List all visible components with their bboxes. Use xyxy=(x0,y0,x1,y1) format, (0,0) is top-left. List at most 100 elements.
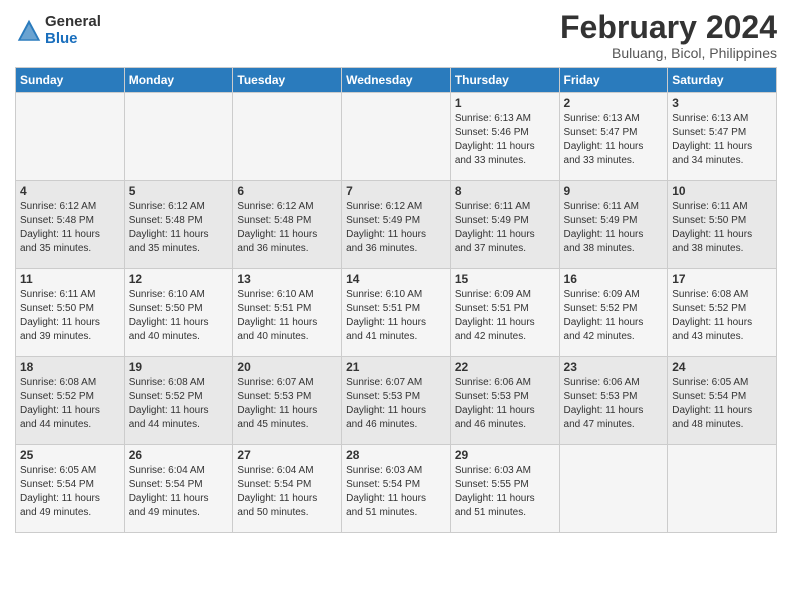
day-number: 12 xyxy=(129,272,229,286)
day-info: Sunrise: 6:13 AM Sunset: 5:46 PM Dayligh… xyxy=(455,112,555,168)
day-info: Sunrise: 6:06 AM Sunset: 5:53 PM Dayligh… xyxy=(564,376,664,432)
day-info: Sunrise: 6:12 AM Sunset: 5:48 PM Dayligh… xyxy=(237,200,337,256)
day-info: Sunrise: 6:03 AM Sunset: 5:54 PM Dayligh… xyxy=(346,464,446,520)
calendar-cell: 10 Sunrise: 6:11 AM Sunset: 5:50 PM Dayli… xyxy=(668,181,777,269)
header-tuesday: Tuesday xyxy=(233,68,342,93)
calendar-cell: 4 Sunrise: 6:12 AM Sunset: 5:48 PM Daylig… xyxy=(16,181,125,269)
calendar-cell: 7Sunrise: 6:12 AM Sunset: 5:49 PM Daylig… xyxy=(342,181,451,269)
calendar-cell xyxy=(559,445,668,533)
location-title: Buluang, Bicol, Philippines xyxy=(560,45,777,61)
calendar-cell: 21Sunrise: 6:07 AM Sunset: 5:53 PM Dayli… xyxy=(342,357,451,445)
day-info: Sunrise: 6:10 AM Sunset: 5:51 PM Dayligh… xyxy=(346,288,446,344)
calendar-cell: 8 Sunrise: 6:11 AM Sunset: 5:49 PM Daylig… xyxy=(450,181,559,269)
header-monday: Monday xyxy=(124,68,233,93)
day-info: Sunrise: 6:03 AM Sunset: 5:55 PM Dayligh… xyxy=(455,464,555,520)
day-info: Sunrise: 6:09 AM Sunset: 5:52 PM Dayligh… xyxy=(564,288,664,344)
calendar-header: Sunday Monday Tuesday Wednesday Thursday… xyxy=(16,68,777,93)
calendar-body: 1 Sunrise: 6:13 AM Sunset: 5:46 PM Daylig… xyxy=(16,93,777,533)
day-number: 4 xyxy=(20,184,120,198)
day-number: 11 xyxy=(20,272,120,286)
day-number: 13 xyxy=(237,272,337,286)
calendar-week-3: 11 Sunrise: 6:11 AM Sunset: 5:50 PM Dayli… xyxy=(16,269,777,357)
calendar-week-4: 18Sunrise: 6:08 AM Sunset: 5:52 PM Dayli… xyxy=(16,357,777,445)
day-number: 23 xyxy=(564,360,664,374)
day-info: Sunrise: 6:13 AM Sunset: 5:47 PM Dayligh… xyxy=(672,112,772,168)
day-number: 22 xyxy=(455,360,555,374)
day-number: 15 xyxy=(455,272,555,286)
day-number: 9 xyxy=(564,184,664,198)
logo-icon xyxy=(15,17,43,45)
calendar-cell xyxy=(233,93,342,181)
calendar-cell: 24Sunrise: 6:05 AM Sunset: 5:54 PM Dayli… xyxy=(668,357,777,445)
calendar-cell: 18Sunrise: 6:08 AM Sunset: 5:52 PM Dayli… xyxy=(16,357,125,445)
day-info: Sunrise: 6:11 AM Sunset: 5:49 PM Dayligh… xyxy=(455,200,555,256)
calendar-cell: 23 Sunrise: 6:06 AM Sunset: 5:53 PM Dayli… xyxy=(559,357,668,445)
day-number: 28 xyxy=(346,448,446,462)
day-number: 26 xyxy=(129,448,229,462)
day-info: Sunrise: 6:11 AM Sunset: 5:49 PM Dayligh… xyxy=(564,200,664,256)
calendar-week-2: 4 Sunrise: 6:12 AM Sunset: 5:48 PM Daylig… xyxy=(16,181,777,269)
calendar-cell: 15Sunrise: 6:09 AM Sunset: 5:51 PM Dayli… xyxy=(450,269,559,357)
calendar-cell: 1 Sunrise: 6:13 AM Sunset: 5:46 PM Daylig… xyxy=(450,93,559,181)
logo-text: General Blue xyxy=(45,14,101,47)
calendar-cell: 9 Sunrise: 6:11 AM Sunset: 5:49 PM Daylig… xyxy=(559,181,668,269)
day-info: Sunrise: 6:12 AM Sunset: 5:48 PM Dayligh… xyxy=(20,200,120,256)
calendar-cell: 17 Sunrise: 6:08 AM Sunset: 5:52 PM Dayli… xyxy=(668,269,777,357)
logo-general-text: General xyxy=(45,14,101,31)
header-friday: Friday xyxy=(559,68,668,93)
calendar-cell: 19Sunrise: 6:08 AM Sunset: 5:52 PM Dayli… xyxy=(124,357,233,445)
calendar-cell: 16 Sunrise: 6:09 AM Sunset: 5:52 PM Dayli… xyxy=(559,269,668,357)
day-info: Sunrise: 6:12 AM Sunset: 5:48 PM Dayligh… xyxy=(129,200,229,256)
day-number: 5 xyxy=(129,184,229,198)
day-number: 7 xyxy=(346,184,446,198)
calendar-cell: 27 Sunrise: 6:04 AM Sunset: 5:54 PM Dayli… xyxy=(233,445,342,533)
calendar-cell xyxy=(124,93,233,181)
day-info: Sunrise: 6:11 AM Sunset: 5:50 PM Dayligh… xyxy=(20,288,120,344)
calendar-cell: 11 Sunrise: 6:11 AM Sunset: 5:50 PM Dayli… xyxy=(16,269,125,357)
day-number: 21 xyxy=(346,360,446,374)
day-number: 6 xyxy=(237,184,337,198)
day-info: Sunrise: 6:05 AM Sunset: 5:54 PM Dayligh… xyxy=(20,464,120,520)
day-info: Sunrise: 6:10 AM Sunset: 5:50 PM Dayligh… xyxy=(129,288,229,344)
calendar-week-1: 1 Sunrise: 6:13 AM Sunset: 5:46 PM Daylig… xyxy=(16,93,777,181)
day-info: Sunrise: 6:11 AM Sunset: 5:50 PM Dayligh… xyxy=(672,200,772,256)
day-info: Sunrise: 6:08 AM Sunset: 5:52 PM Dayligh… xyxy=(20,376,120,432)
day-info: Sunrise: 6:13 AM Sunset: 5:47 PM Dayligh… xyxy=(564,112,664,168)
day-info: Sunrise: 6:08 AM Sunset: 5:52 PM Dayligh… xyxy=(672,288,772,344)
title-area: February 2024 Buluang, Bicol, Philippine… xyxy=(560,10,777,61)
month-title: February 2024 xyxy=(560,10,777,45)
day-number: 20 xyxy=(237,360,337,374)
day-number: 8 xyxy=(455,184,555,198)
calendar-cell: 6 Sunrise: 6:12 AM Sunset: 5:48 PM Daylig… xyxy=(233,181,342,269)
day-number: 24 xyxy=(672,360,772,374)
calendar-week-5: 25 Sunrise: 6:05 AM Sunset: 5:54 PM Dayli… xyxy=(16,445,777,533)
logo: General Blue xyxy=(15,14,101,47)
header-row: Sunday Monday Tuesday Wednesday Thursday… xyxy=(16,68,777,93)
day-number: 16 xyxy=(564,272,664,286)
day-number: 1 xyxy=(455,96,555,110)
day-number: 10 xyxy=(672,184,772,198)
header-sunday: Sunday xyxy=(16,68,125,93)
header-wednesday: Wednesday xyxy=(342,68,451,93)
calendar-cell xyxy=(668,445,777,533)
day-info: Sunrise: 6:06 AM Sunset: 5:53 PM Dayligh… xyxy=(455,376,555,432)
day-number: 19 xyxy=(129,360,229,374)
day-info: Sunrise: 6:04 AM Sunset: 5:54 PM Dayligh… xyxy=(237,464,337,520)
calendar-cell: 22 Sunrise: 6:06 AM Sunset: 5:53 PM Dayli… xyxy=(450,357,559,445)
header-thursday: Thursday xyxy=(450,68,559,93)
logo-blue-text: Blue xyxy=(45,31,101,48)
calendar-cell: 29Sunrise: 6:03 AM Sunset: 5:55 PM Dayli… xyxy=(450,445,559,533)
day-number: 25 xyxy=(20,448,120,462)
day-number: 2 xyxy=(564,96,664,110)
calendar-cell: 5 Sunrise: 6:12 AM Sunset: 5:48 PM Daylig… xyxy=(124,181,233,269)
calendar-cell: 20 Sunrise: 6:07 AM Sunset: 5:53 PM Dayli… xyxy=(233,357,342,445)
calendar-cell: 25 Sunrise: 6:05 AM Sunset: 5:54 PM Dayli… xyxy=(16,445,125,533)
day-info: Sunrise: 6:10 AM Sunset: 5:51 PM Dayligh… xyxy=(237,288,337,344)
calendar-cell: 2 Sunrise: 6:13 AM Sunset: 5:47 PM Daylig… xyxy=(559,93,668,181)
day-number: 17 xyxy=(672,272,772,286)
day-info: Sunrise: 6:07 AM Sunset: 5:53 PM Dayligh… xyxy=(237,376,337,432)
calendar-cell xyxy=(342,93,451,181)
day-number: 27 xyxy=(237,448,337,462)
calendar-cell: 3 Sunrise: 6:13 AM Sunset: 5:47 PM Daylig… xyxy=(668,93,777,181)
day-number: 3 xyxy=(672,96,772,110)
